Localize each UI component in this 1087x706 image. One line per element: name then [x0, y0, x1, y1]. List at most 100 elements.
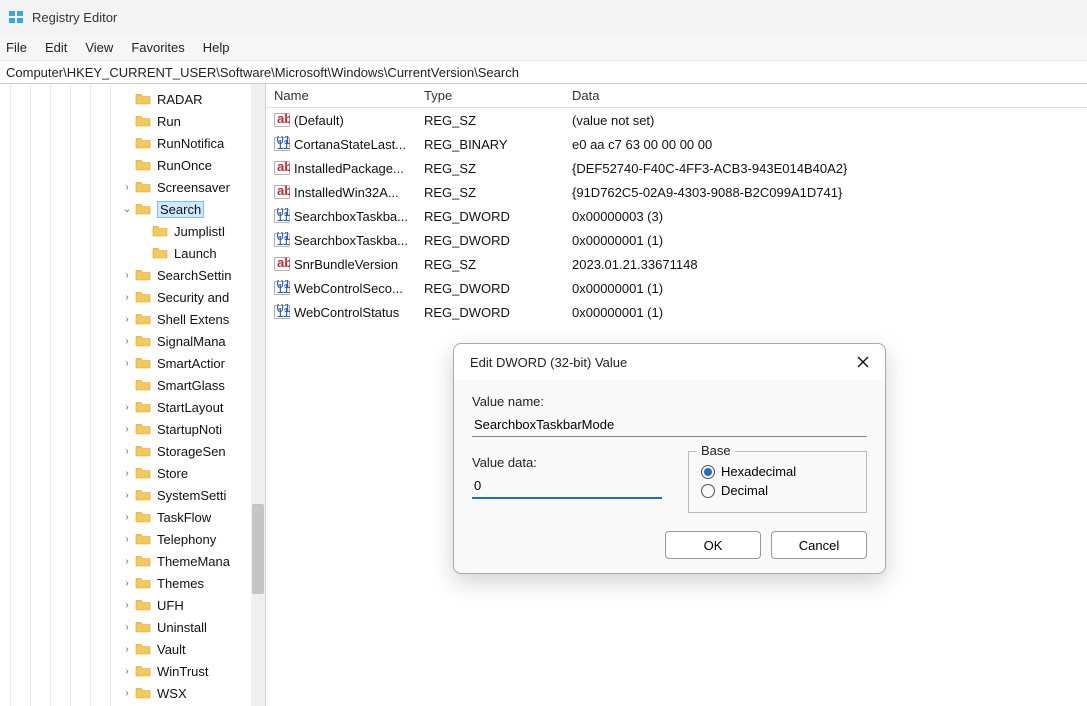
tree-node[interactable]: ›SmartActior — [0, 352, 265, 374]
chevron-right-icon[interactable]: › — [119, 424, 135, 435]
value-type: REG_DWORD — [416, 281, 564, 296]
tree-node[interactable]: ›Store — [0, 462, 265, 484]
tree-node-label: Search — [157, 201, 204, 218]
value-row[interactable]: abInstalledWin32A...REG_SZ{91D762C5-02A9… — [266, 180, 1087, 204]
value-name: WebControlSeco... — [294, 281, 403, 296]
edit-dword-dialog: Edit DWORD (32-bit) Value Value name: Va… — [453, 343, 886, 574]
cancel-button[interactable]: Cancel — [771, 531, 867, 559]
value-row[interactable]: 011110SearchboxTaskba...REG_DWORD0x00000… — [266, 228, 1087, 252]
menu-view[interactable]: View — [85, 40, 113, 55]
tree-node[interactable]: › WinTrust — [0, 660, 265, 682]
tree-node[interactable]: ›StartupNoti — [0, 418, 265, 440]
tree-node-label: WinTrust — [157, 664, 209, 679]
column-headers: Name Type Data — [266, 84, 1087, 108]
value-name-field[interactable] — [472, 413, 867, 437]
folder-icon — [135, 554, 151, 568]
folder-icon — [135, 114, 151, 128]
chevron-right-icon[interactable]: › — [119, 688, 135, 699]
tree-node[interactable]: ›SignalMana — [0, 330, 265, 352]
col-data[interactable]: Data — [564, 84, 1087, 107]
tree-node-label: Security and — [157, 290, 229, 305]
menu-edit[interactable]: Edit — [45, 40, 67, 55]
value-row[interactable]: abInstalledPackage...REG_SZ{DEF52740-F40… — [266, 156, 1087, 180]
chevron-right-icon[interactable]: › — [119, 358, 135, 369]
value-row[interactable]: 011110SearchboxTaskba...REG_DWORD0x00000… — [266, 204, 1087, 228]
value-type: REG_SZ — [416, 257, 564, 272]
tree-node[interactable]: › Telephony — [0, 528, 265, 550]
chevron-right-icon[interactable]: › — [119, 402, 135, 413]
menu-help[interactable]: Help — [203, 40, 230, 55]
tree-node[interactable]: ›SystemSetti — [0, 484, 265, 506]
chevron-right-icon[interactable]: › — [119, 512, 135, 523]
tree-node[interactable]: › StartLayout — [0, 396, 265, 418]
tree-node[interactable]: › Security and — [0, 286, 265, 308]
value-row[interactable]: 011110CortanaStateLast...REG_BINARYe0 aa… — [266, 132, 1087, 156]
value-type: REG_DWORD — [416, 305, 564, 320]
chevron-right-icon[interactable]: › — [119, 292, 135, 303]
value-row[interactable]: abSnrBundleVersionREG_SZ2023.01.21.33671… — [266, 252, 1087, 276]
value-row[interactable]: ab(Default)REG_SZ(value not set) — [266, 108, 1087, 132]
tree-node[interactable]: ·JumplistI — [0, 220, 265, 242]
tree-node[interactable]: ·SmartGlass — [0, 374, 265, 396]
tree-node[interactable]: ›Themes — [0, 572, 265, 594]
scroll-thumb[interactable] — [252, 504, 264, 594]
tree-node[interactable]: ›TaskFlow — [0, 506, 265, 528]
tree-node[interactable]: ›UFH — [0, 594, 265, 616]
tree-node[interactable]: › Vault — [0, 638, 265, 660]
folder-icon — [135, 92, 151, 106]
chevron-right-icon[interactable]: › — [119, 600, 135, 611]
tree-node-label: Telephony — [157, 532, 216, 547]
chevron-right-icon[interactable]: › — [119, 446, 135, 457]
value-data-field[interactable] — [472, 474, 662, 499]
col-type[interactable]: Type — [416, 84, 564, 107]
chevron-right-icon[interactable]: › — [119, 666, 135, 677]
folder-icon — [135, 576, 151, 590]
chevron-right-icon[interactable]: › — [119, 622, 135, 633]
chevron-down-icon[interactable]: ⌄ — [119, 204, 135, 215]
value-row[interactable]: 011110WebControlSeco...REG_DWORD0x000000… — [266, 276, 1087, 300]
tree-node[interactable]: ›WSX — [0, 682, 265, 704]
tree-node[interactable]: ›SearchSettin — [0, 264, 265, 286]
tree-node[interactable]: ›Shell Extens — [0, 308, 265, 330]
tree-node[interactable]: ›ThemeMana — [0, 550, 265, 572]
folder-icon — [135, 356, 151, 370]
tree-node[interactable]: ·RunOnce — [0, 154, 265, 176]
close-icon[interactable] — [855, 354, 871, 370]
chevron-right-icon[interactable]: › — [119, 490, 135, 501]
folder-icon — [135, 180, 151, 194]
menu-file[interactable]: File — [6, 40, 27, 55]
tree-node-label: StartLayout — [157, 400, 224, 415]
tree-scrollbar[interactable] — [251, 84, 265, 706]
chevron-right-icon[interactable]: › — [119, 644, 135, 655]
folder-icon — [135, 400, 151, 414]
folder-icon — [135, 378, 151, 392]
col-name[interactable]: Name — [266, 84, 416, 107]
value-data: (value not set) — [564, 113, 1087, 128]
tree-node[interactable]: ·Run — [0, 110, 265, 132]
address-bar[interactable]: Computer\HKEY_CURRENT_USER\Software\Micr… — [0, 60, 1087, 84]
chevron-right-icon[interactable]: › — [119, 578, 135, 589]
menu-favorites[interactable]: Favorites — [131, 40, 184, 55]
chevron-right-icon[interactable]: › — [119, 270, 135, 281]
folder-icon — [135, 422, 151, 436]
tree-node[interactable]: ·Launch — [0, 242, 265, 264]
ok-button[interactable]: OK — [665, 531, 761, 559]
tree-node[interactable]: ›StorageSen — [0, 440, 265, 462]
tree-node-label: JumplistI — [174, 224, 225, 239]
tree-node[interactable]: ›Uninstall — [0, 616, 265, 638]
tree-node[interactable]: ›Screensaver — [0, 176, 265, 198]
tree-node-label: Vault — [157, 642, 186, 657]
chevron-right-icon[interactable]: › — [119, 556, 135, 567]
chevron-right-icon[interactable]: › — [119, 182, 135, 193]
value-name: SearchboxTaskba... — [294, 233, 408, 248]
chevron-right-icon[interactable]: › — [119, 336, 135, 347]
tree-node[interactable]: ·RADAR — [0, 88, 265, 110]
chevron-right-icon[interactable]: › — [119, 468, 135, 479]
radio-hex[interactable]: Hexadecimal — [701, 464, 854, 479]
chevron-right-icon[interactable]: › — [119, 534, 135, 545]
tree-node[interactable]: ·RunNotifica — [0, 132, 265, 154]
value-row[interactable]: 011110WebControlStatusREG_DWORD0x0000000… — [266, 300, 1087, 324]
chevron-right-icon[interactable]: › — [119, 314, 135, 325]
tree-node[interactable]: ⌄ Search — [0, 198, 265, 220]
radio-dec[interactable]: Decimal — [701, 483, 854, 498]
